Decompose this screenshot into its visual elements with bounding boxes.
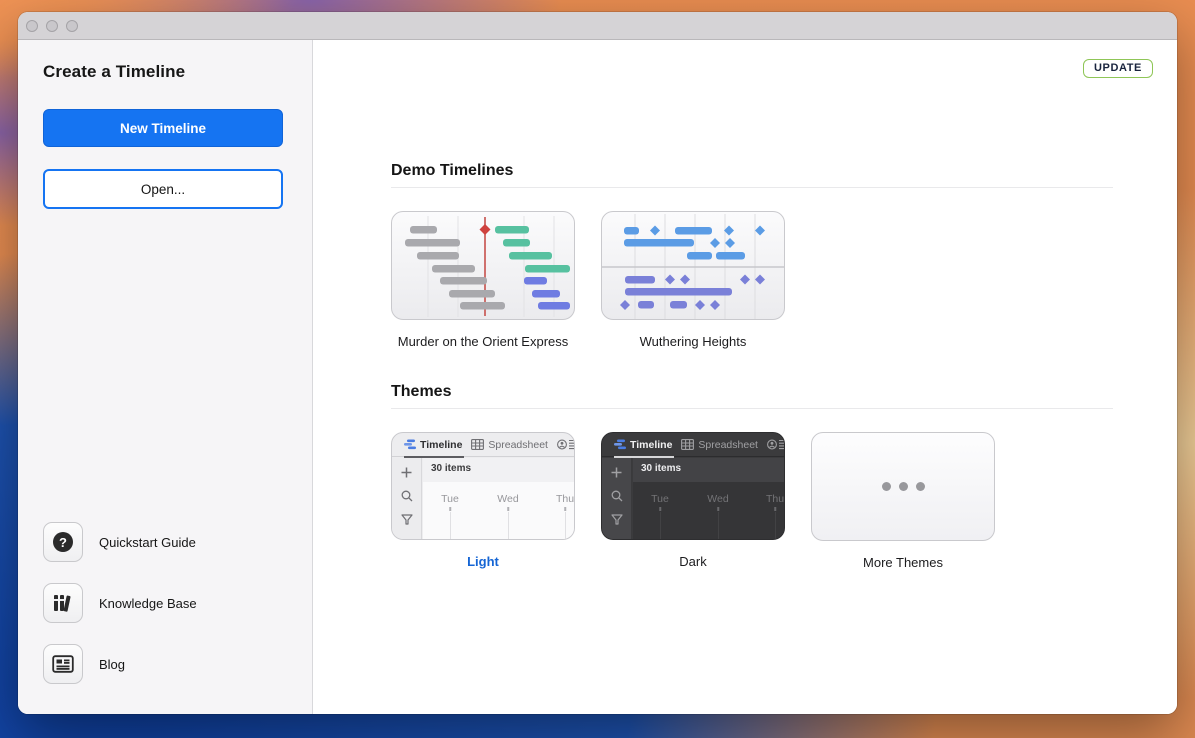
light-theme-thumbnail[interactable]: Timeline Spreadsheet: [391, 432, 575, 540]
filter-icon: [611, 514, 623, 525]
active-tab-underline: [614, 456, 674, 458]
wuthering-heights-label: Wuthering Heights: [640, 334, 747, 349]
search-icon: [611, 490, 623, 502]
books-icon: [43, 583, 83, 623]
preview-tabbar: Timeline Spreadsheet: [602, 433, 784, 457]
preview-tab-spreadsheet: Spreadsheet: [471, 439, 548, 451]
preview-tab-timeline: Timeline: [404, 439, 462, 451]
ellipsis-icon: [916, 482, 925, 491]
spreadsheet-icon: [471, 439, 484, 450]
wuthering-heights-gantt-graphic: [602, 212, 785, 320]
light-theme-label: Light: [467, 554, 499, 569]
relationships-icon: [557, 439, 575, 450]
demo-timelines-heading: Demo Timelines: [391, 162, 1113, 180]
close-window-button[interactable]: [26, 20, 38, 32]
sidebar-title: Create a Timeline: [43, 62, 287, 82]
orient-express-thumbnail[interactable]: [391, 211, 575, 320]
preview-content: 30 items Tue Wed Thu: [633, 458, 784, 539]
sidebar: Create a Timeline New Timeline Open... ?…: [18, 40, 313, 714]
blog-item[interactable]: Blog: [43, 644, 287, 684]
preview-content: 30 items Tue Wed Thu: [423, 458, 574, 539]
section-divider: [391, 408, 1113, 409]
zoom-window-button[interactable]: [66, 20, 78, 32]
demo-timelines-row: Murder on the Orient Express: [391, 211, 1113, 349]
ellipsis-icon: [899, 482, 908, 491]
main-panel: UPDATE Demo Timelines: [313, 40, 1177, 714]
timeline-icon: [404, 439, 416, 450]
day-label-wed: Wed: [707, 493, 728, 505]
orient-express-label: Murder on the Orient Express: [398, 334, 569, 349]
search-icon: [401, 490, 413, 502]
preview-toolbar-rail: [392, 458, 422, 539]
more-themes-thumbnail[interactable]: [811, 432, 995, 541]
items-count: 30 items: [431, 463, 471, 474]
theme-card-dark: Timeline Spreadsheet: [601, 432, 785, 570]
newspaper-icon: [43, 644, 83, 684]
day-label-wed: Wed: [497, 493, 518, 505]
demo-card-wuthering-heights: Wuthering Heights: [601, 211, 785, 349]
plus-icon: [611, 467, 622, 478]
open-button[interactable]: Open...: [43, 169, 283, 209]
items-count: 30 items: [641, 463, 681, 474]
day-label-tue: Tue: [651, 493, 669, 505]
wuthering-heights-thumbnail[interactable]: [601, 211, 785, 320]
theme-card-light: Timeline Spreadsheet: [391, 432, 575, 570]
more-themes-label: More Themes: [863, 555, 943, 570]
sidebar-spacer: [43, 209, 287, 501]
preview-tab-timeline: Timeline: [614, 439, 672, 451]
knowledge-base-item[interactable]: Knowledge Base: [43, 583, 287, 623]
theme-card-more: More Themes: [811, 432, 995, 570]
question-circle-icon: ?: [43, 522, 83, 562]
preview-tab-relationships-partial: R: [557, 439, 575, 451]
day-label-thu: Thu: [766, 493, 784, 505]
timeline-icon: [614, 439, 626, 450]
ellipsis-icon: [882, 482, 891, 491]
relationships-icon: [767, 439, 785, 450]
themes-row: Timeline Spreadsheet: [391, 432, 1113, 570]
day-label-thu: Thu: [556, 493, 574, 505]
update-badge[interactable]: UPDATE: [1083, 59, 1153, 78]
quickstart-guide-label: Quickstart Guide: [99, 535, 196, 550]
section-divider: [391, 187, 1113, 188]
orient-express-gantt-graphic: [392, 212, 575, 320]
plus-icon: [401, 467, 412, 478]
preview-tab-relationships-partial: R: [767, 439, 785, 451]
preview-toolbar-rail: [602, 458, 632, 539]
app-window: Create a Timeline New Timeline Open... ?…: [18, 12, 1177, 714]
dark-theme-thumbnail[interactable]: Timeline Spreadsheet: [601, 432, 785, 540]
blog-label: Blog: [99, 657, 125, 672]
spreadsheet-icon: [681, 439, 694, 450]
day-label-tue: Tue: [441, 493, 459, 505]
titlebar: [18, 12, 1177, 40]
minimize-window-button[interactable]: [46, 20, 58, 32]
themes-heading: Themes: [391, 383, 1113, 401]
preview-tab-spreadsheet: Spreadsheet: [681, 439, 758, 451]
knowledge-base-label: Knowledge Base: [99, 596, 197, 611]
preview-tabbar: Timeline Spreadsheet: [392, 433, 574, 457]
quickstart-guide-item[interactable]: ? Quickstart Guide: [43, 522, 287, 562]
dark-theme-label: Dark: [679, 554, 706, 569]
new-timeline-button[interactable]: New Timeline: [43, 109, 283, 147]
filter-icon: [401, 514, 413, 525]
active-tab-underline: [404, 456, 464, 458]
demo-card-orient-express: Murder on the Orient Express: [391, 211, 575, 349]
